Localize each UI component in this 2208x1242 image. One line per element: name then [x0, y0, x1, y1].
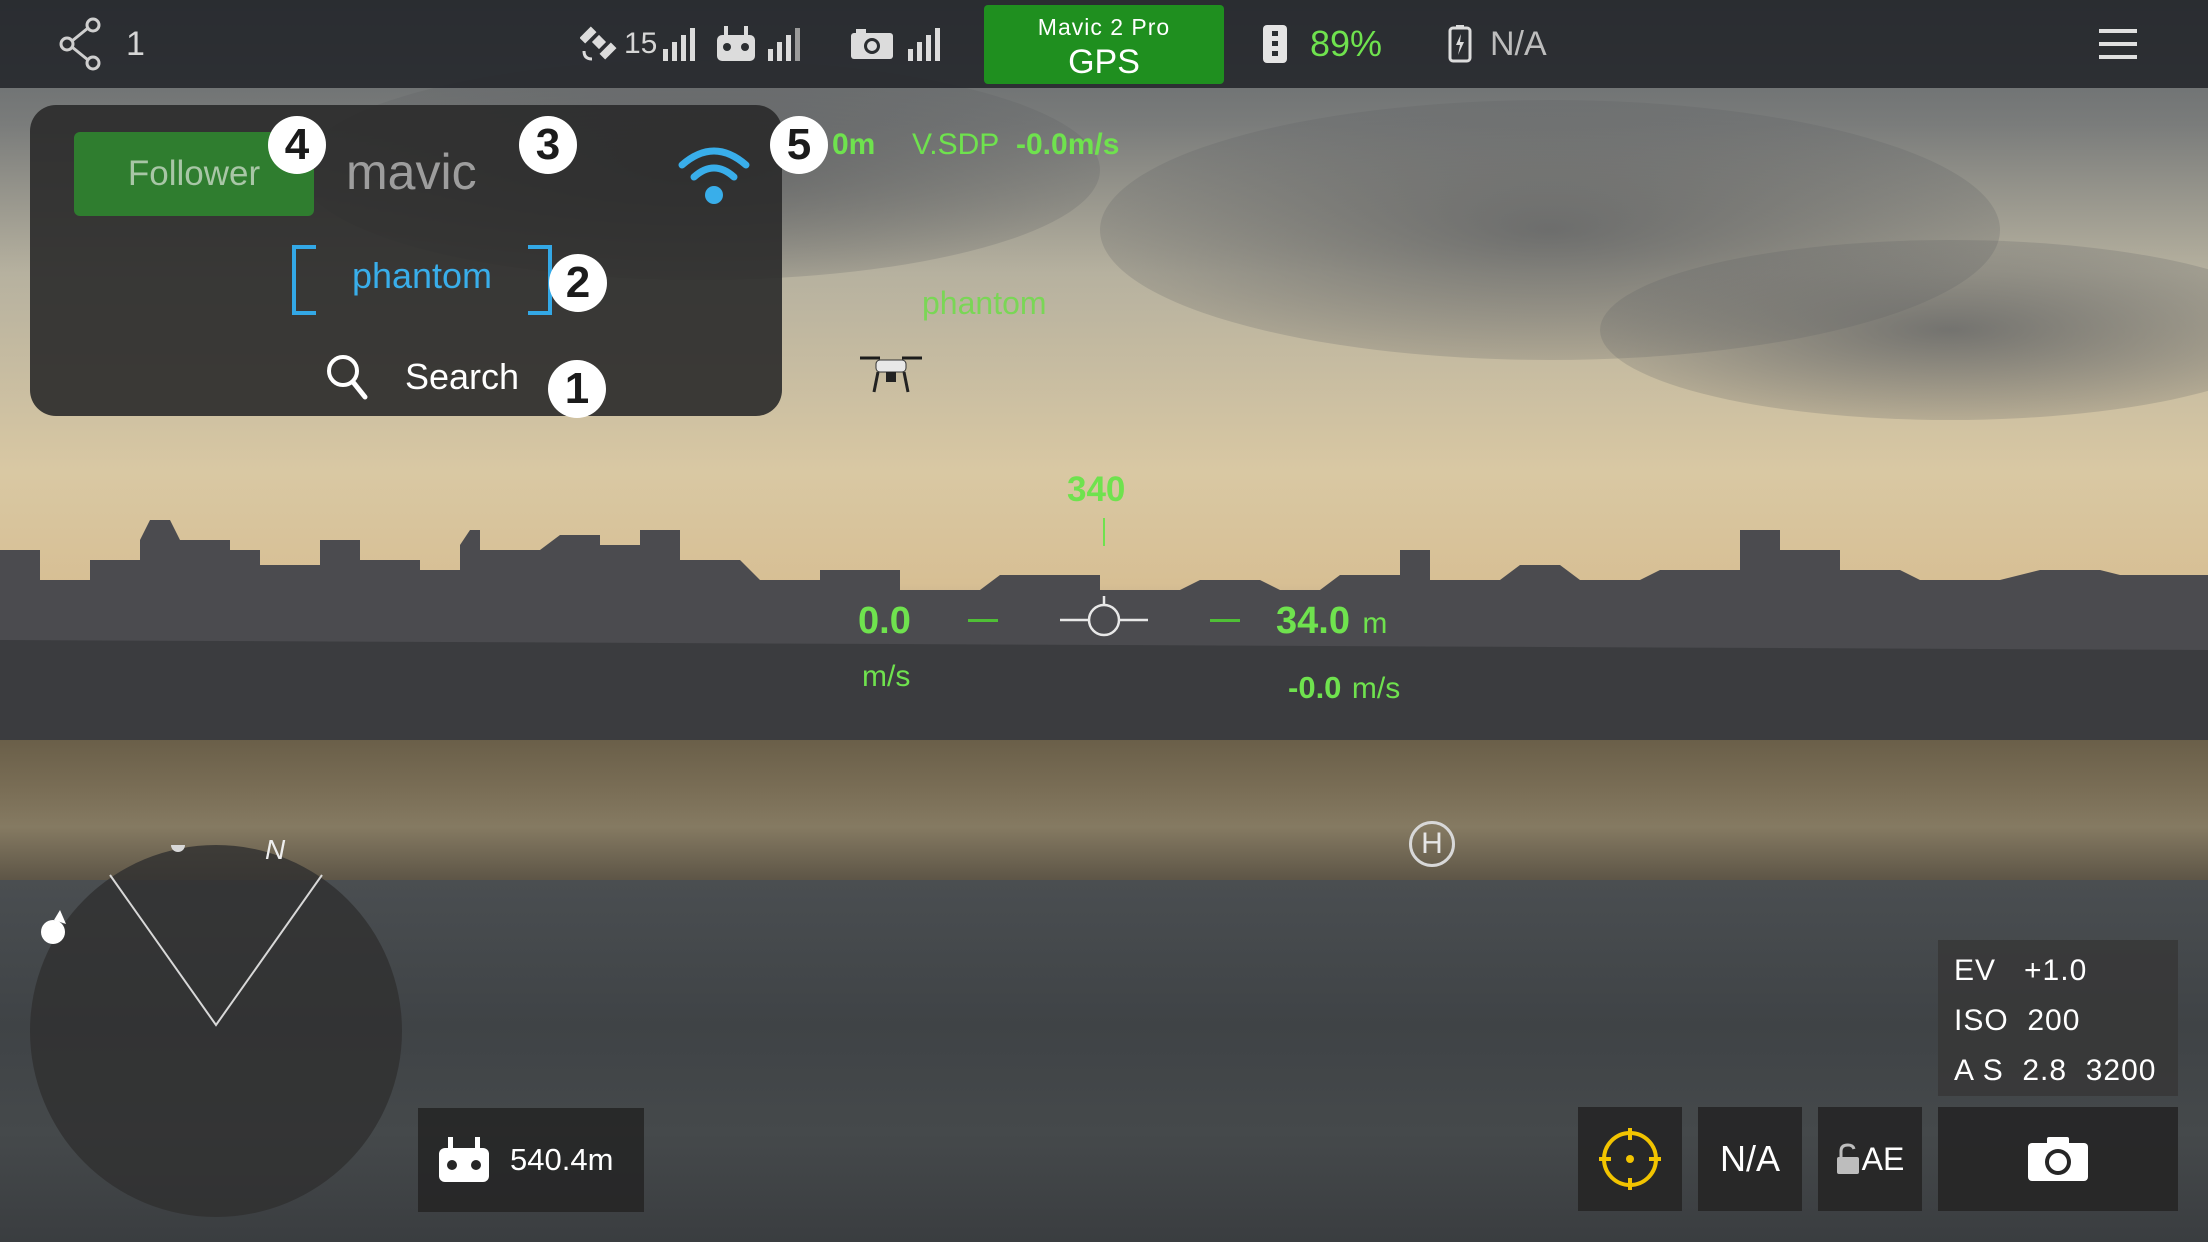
badge-2: 2 — [549, 254, 607, 312]
target-selection-panel: Follower mavic phantom Search — [30, 105, 782, 416]
north-indicator: N — [265, 834, 286, 865]
badge-3: 3 — [519, 116, 577, 174]
search-icon — [327, 355, 368, 400]
battery-icon — [1263, 25, 1287, 63]
signal-bars-icon — [908, 28, 940, 61]
vsdp-label: V.SDP — [912, 128, 1000, 161]
remote-controller-icon — [717, 26, 755, 61]
altitude-readout: 34.0 m — [1276, 600, 1387, 643]
crosshair-icon — [1060, 596, 1148, 637]
aircraft-model: Mavic 2 Pro — [1037, 14, 1171, 40]
altitude-tick — [1210, 619, 1240, 622]
flight-mode: GPS — [1068, 43, 1140, 81]
rc-signal-status — [716, 0, 802, 88]
share-icon — [59, 17, 101, 71]
satellite-count: 15 — [624, 27, 658, 60]
target-phantom-label: phantom — [351, 255, 493, 296]
rc-distance-box: 540.4m — [418, 1108, 644, 1212]
aircraft-position-icon — [41, 910, 66, 944]
horizontal-speed-unit: m/s — [862, 660, 911, 693]
vertical-speed-value: -0.0 — [1288, 670, 1342, 705]
vertical-speed-readout: -0.0 m/s — [1288, 670, 1400, 706]
drone-target-icon[interactable] — [856, 350, 926, 398]
signal-bars-icon — [663, 28, 696, 61]
focus-target-button[interactable] — [1578, 1107, 1682, 1211]
horizontal-speed: 0.0 — [858, 600, 911, 642]
heading-value: 340 — [1067, 470, 1126, 509]
radar-compass[interactable] — [30, 845, 402, 1217]
video-signal-status — [850, 0, 942, 88]
na-button[interactable]: N/A — [1698, 1107, 1802, 1211]
ae-lock-label: AE — [1861, 1140, 1905, 1177]
satellite-icon — [580, 26, 617, 61]
signal-bars-icon — [768, 28, 800, 61]
aperture-shutter-value: A S 2.8 3200 — [1954, 1054, 2157, 1087]
rc-distance-value: 540.4m — [510, 1142, 614, 1177]
iso-value: ISO 200 — [1954, 1004, 2081, 1037]
flight-mode-indicator[interactable]: Mavic 2 Pro GPS — [984, 5, 1224, 84]
search-button[interactable]: Search — [325, 353, 519, 401]
lock-icon — [1836, 1143, 1859, 1174]
aircraft-battery: 89% — [1262, 0, 1382, 88]
height-readout-partial: 0m — [832, 128, 876, 161]
vertical-speed-unit: m/s — [1351, 672, 1401, 705]
ev-value: EV +1.0 — [1954, 954, 2088, 987]
altitude-unit: m — [1362, 607, 1388, 640]
shutter-button[interactable] — [1938, 1107, 2178, 1211]
phone-battery-value: N/A — [1490, 24, 1547, 63]
radar-view-cone — [109, 845, 323, 1027]
camera-icon — [851, 29, 893, 59]
wifi-icon[interactable] — [678, 141, 750, 205]
phone-battery: N/A — [1448, 0, 1547, 88]
tracked-target-label: phantom — [922, 285, 1047, 321]
menu-button[interactable] — [2099, 0, 2137, 88]
menu-icon — [2099, 29, 2137, 59]
search-label: Search — [405, 356, 520, 397]
target-phantom-selected[interactable]: phantom — [292, 245, 552, 315]
battery-percent: 89% — [1310, 23, 1383, 64]
badge-4: 4 — [268, 116, 326, 174]
badge-1: 1 — [548, 360, 606, 418]
camera-icon — [2028, 1137, 2088, 1181]
phone-battery-icon — [1448, 25, 1472, 63]
satellite-status: 15 — [580, 0, 697, 88]
focus-target-icon — [1599, 1128, 1661, 1190]
vsdp-value: -0.0m/s — [1016, 128, 1120, 161]
target-mavic[interactable]: mavic — [346, 143, 477, 201]
badge-5: 5 — [770, 116, 828, 174]
share-count: 1 — [126, 24, 145, 63]
heading-tick — [1103, 518, 1105, 546]
share-button[interactable]: 1 — [58, 0, 145, 88]
home-point-marker: H — [1409, 821, 1455, 867]
remote-controller-icon — [439, 1137, 489, 1182]
top-status-bar: 1 15 Mavic 2 Pro GPS 89% N/A — [0, 0, 2208, 88]
exposure-info: EV +1.0 ISO 200 A S 2.8 3200 — [1938, 940, 2178, 1096]
altitude-value: 34.0 — [1276, 600, 1350, 642]
speed-tick — [968, 619, 998, 622]
ae-lock-button[interactable]: AE — [1818, 1107, 1922, 1211]
